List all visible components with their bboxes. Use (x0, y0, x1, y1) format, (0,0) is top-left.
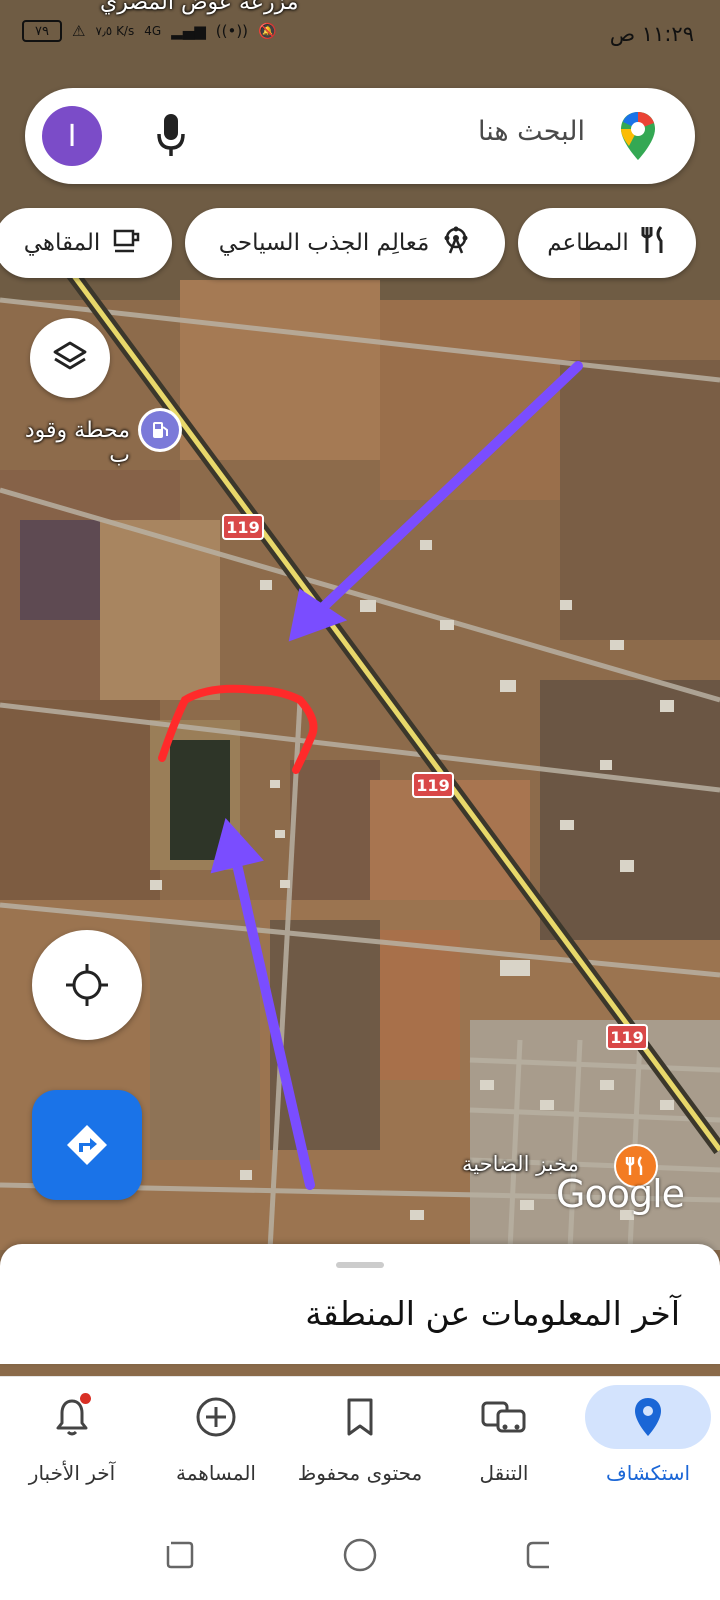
commute-icon (441, 1385, 567, 1449)
tab-saved[interactable]: محتوى محفوظ (290, 1377, 430, 1507)
sheet-title: آخر المعلومات عن المنطقة (305, 1294, 680, 1333)
road-shield-119: 119 (412, 772, 454, 798)
tab-label: التنقل (479, 1461, 529, 1485)
fuel-pump-icon (141, 411, 179, 449)
search-bar[interactable]: البحث هنا I (25, 88, 695, 184)
signal-icon: ▂▄▆ (171, 22, 206, 40)
hotspot-icon: ((•)) (215, 22, 249, 40)
chip-attractions[interactable]: مَعالِم الجذب السياحي (185, 208, 505, 278)
chip-label: المطاعم (547, 230, 629, 256)
microphone-icon[interactable] (155, 112, 187, 162)
bell-icon (9, 1385, 135, 1449)
tab-commute[interactable]: التنقل (434, 1377, 574, 1507)
layers-button[interactable] (30, 318, 110, 398)
recents-icon (166, 1541, 194, 1569)
bookmark-icon (297, 1385, 423, 1449)
system-navigation-bar (0, 1506, 720, 1600)
network-speed: ٧٫٥ K/s (95, 24, 135, 38)
bottom-navigation: استكشاف التنقل محتوى محفوظ المساهمة آخر … (0, 1376, 720, 1506)
crosshair-icon (66, 964, 108, 1006)
tab-explore[interactable]: استكشاف (578, 1377, 718, 1507)
tab-label: محتوى محفوظ (297, 1461, 423, 1485)
chip-label: المقاهي (23, 230, 101, 256)
map-imagery (0, 0, 720, 1250)
notification-dot (80, 1393, 91, 1404)
fork-knife-icon (641, 225, 667, 261)
chip-label: مَعالِم الجذب السياحي (218, 230, 430, 256)
tab-contribute[interactable]: المساهمة (146, 1377, 286, 1507)
network-type: 4G (144, 24, 162, 38)
ferris-wheel-icon (441, 225, 471, 261)
bottom-sheet[interactable]: آخر المعلومات عن المنطقة (0, 1244, 720, 1364)
warning-icon: ⚠ (72, 22, 86, 40)
gas-station-label[interactable]: محطة وقود ب (0, 418, 130, 468)
recents-button[interactable] (155, 1530, 205, 1580)
directions-button[interactable] (32, 1090, 142, 1200)
chip-cafes[interactable]: المقاهي (0, 208, 172, 278)
drag-handle[interactable] (336, 1262, 384, 1268)
tab-label: استكشاف (605, 1461, 691, 1485)
search-input[interactable]: البحث هنا (478, 116, 585, 147)
chip-restaurants[interactable]: المطاعم (518, 208, 696, 278)
battery-icon: ٧٩ (22, 20, 62, 42)
home-button[interactable] (335, 1530, 385, 1580)
status-icons: ٧٩ ⚠ ٧٫٥ K/s 4G ▂▄▆ ((•)) 🔕 (22, 20, 277, 42)
clock: ١١:٢٩ ص (609, 22, 694, 46)
back-button[interactable] (515, 1530, 565, 1580)
tab-label: المساهمة (176, 1461, 256, 1485)
pin-icon (585, 1385, 711, 1449)
tab-label: آخر الأخبار (28, 1461, 116, 1485)
status-bar: مزرعة عوض المصري ١١:٢٩ ص ٧٩ ⚠ ٧٫٥ K/s 4G… (0, 0, 720, 76)
gas-station-pin[interactable] (138, 408, 182, 452)
road-shield-119: 119 (222, 514, 264, 540)
layers-icon (53, 341, 87, 370)
mute-bell-icon: 🔕 (258, 22, 277, 40)
map-place-label: مزرعة عوض المصري (100, 0, 299, 15)
road-shield-119: 119 (606, 1024, 648, 1050)
google-maps-icon (619, 110, 657, 166)
my-location-button[interactable] (32, 930, 142, 1040)
add-circle-icon (153, 1385, 279, 1449)
home-circle-icon (343, 1538, 377, 1572)
satellite-map[interactable]: 119 119 119 محطة وقود ب مخبز الضاحية Goo… (0, 0, 720, 1250)
back-icon (526, 1541, 549, 1569)
directions-icon (67, 1125, 107, 1165)
google-watermark: Google (556, 1172, 685, 1216)
coffee-cup-icon (112, 225, 142, 261)
category-chips: المطاعم مَعالِم الجذب السياحي المقاهي (0, 208, 720, 280)
avatar[interactable]: I (42, 106, 102, 166)
tab-updates[interactable]: آخر الأخبار (2, 1377, 142, 1507)
